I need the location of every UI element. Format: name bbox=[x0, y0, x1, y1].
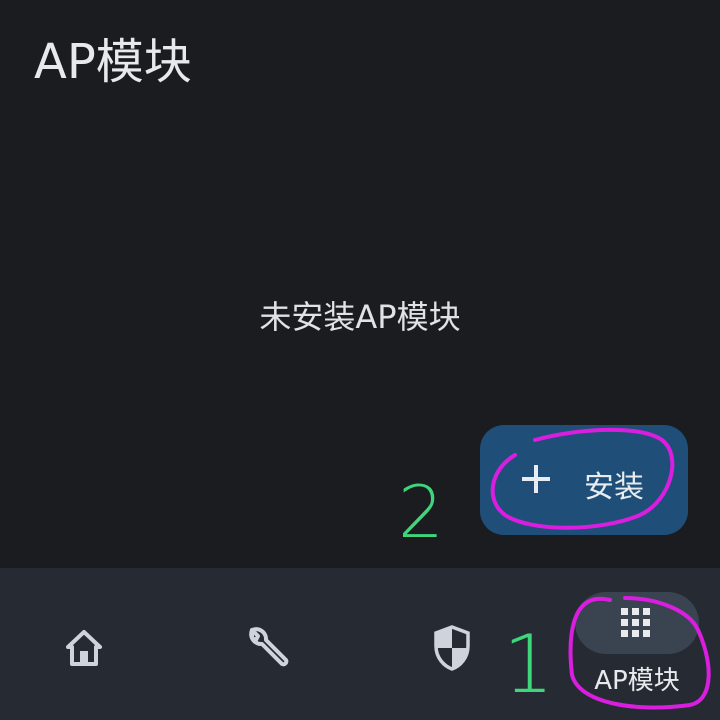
apps-grid-icon bbox=[621, 608, 650, 637]
install-button-label: 安装 bbox=[584, 470, 644, 505]
page-title: AP模块 bbox=[34, 34, 192, 90]
wrench-icon bbox=[249, 627, 289, 667]
nav-item-ap-modules-label[interactable]: AP模块 bbox=[575, 660, 699, 697]
annotation-step-2: 2 bbox=[398, 470, 444, 554]
empty-state-message: 未安装AP模块 bbox=[259, 298, 461, 336]
home-icon bbox=[66, 630, 102, 666]
shield-icon bbox=[434, 625, 470, 671]
annotation-step-1: 1 bbox=[503, 618, 554, 711]
plus-icon bbox=[522, 465, 550, 493]
